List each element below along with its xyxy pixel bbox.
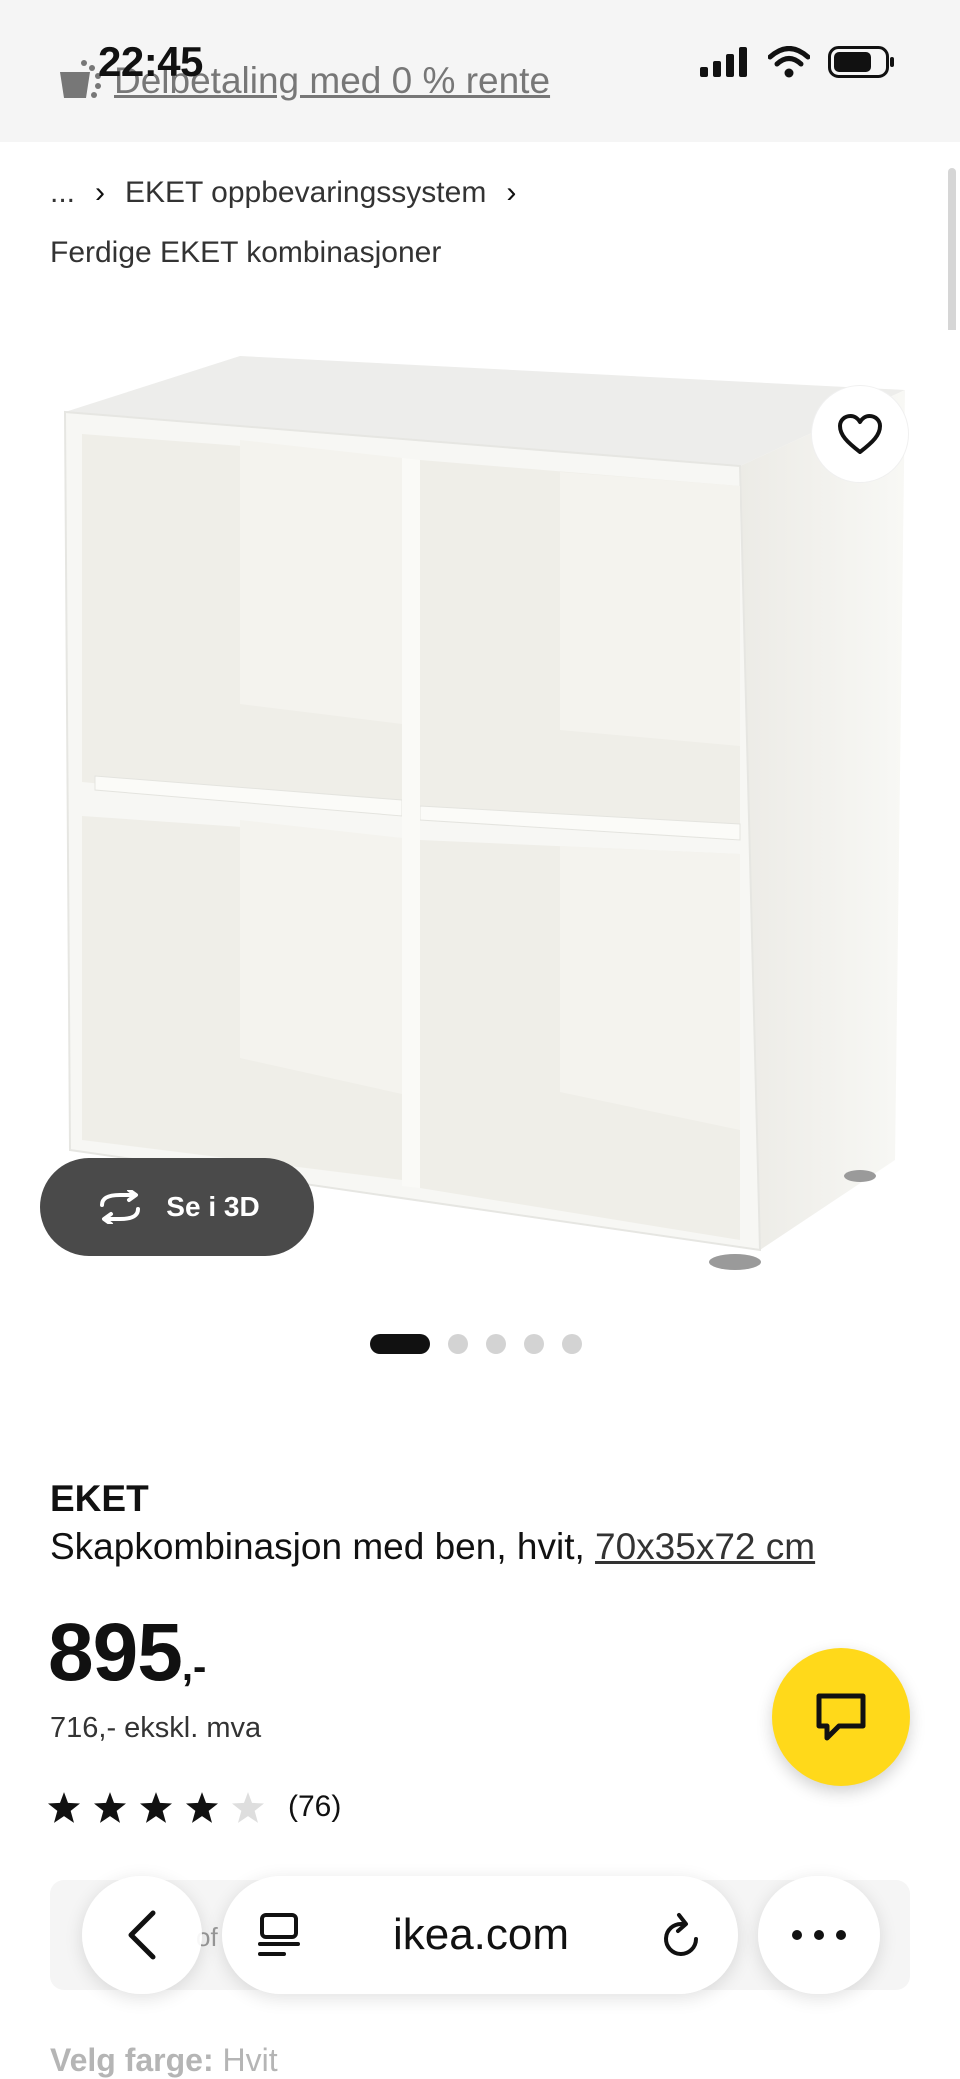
breadcrumb-current[interactable]: Ferdige EKET kombinasjoner — [50, 236, 441, 270]
rating[interactable]: (76) — [48, 1790, 341, 1824]
product-image[interactable] — [40, 330, 960, 1290]
review-count[interactable]: (76) — [288, 1790, 341, 1824]
chevron-right-icon: › — [506, 176, 517, 209]
star-empty-icon — [232, 1791, 264, 1823]
star-filled-icon — [186, 1791, 218, 1823]
breadcrumb-item[interactable]: EKET oppbevaringssystem — [125, 176, 486, 210]
tabs-icon — [258, 1913, 300, 1956]
view-3d-button[interactable]: Se i 3D — [40, 1158, 314, 1256]
price-number: 895 — [48, 1607, 183, 1698]
signal-icon — [700, 47, 747, 77]
color-picker-title: Velg farge: — [50, 2042, 214, 2078]
more-button[interactable] — [758, 1876, 880, 1994]
battery-icon — [828, 46, 894, 78]
chevron-left-icon — [128, 1910, 156, 1960]
price-ex-vat: 716,- ekskl. mva — [50, 1712, 262, 1744]
chat-icon — [816, 1693, 866, 1741]
product-description: Skapkombinasjon med ben, hvit, 70x35x72 … — [50, 1526, 815, 1568]
star-filled-icon — [94, 1791, 126, 1823]
status-icons — [700, 46, 896, 78]
carousel-indicator — [370, 1334, 582, 1354]
color-picker-value: Hvit — [222, 2042, 278, 2078]
chevron-right-icon: › — [95, 176, 106, 209]
star-filled-icon — [48, 1791, 80, 1823]
payment-icon — [60, 60, 101, 98]
status-time: 22:45 — [98, 38, 203, 85]
breadcrumb: ... › EKET oppbevaringssystem › — [50, 176, 516, 210]
price-suffix: ,- — [181, 1645, 207, 1689]
back-button[interactable] — [82, 1876, 202, 1994]
reload-icon[interactable] — [660, 1911, 704, 1959]
carousel-dot-2[interactable] — [448, 1334, 468, 1354]
carousel-dot-4[interactable] — [524, 1334, 544, 1354]
breadcrumb-ellipsis[interactable]: ... — [50, 176, 75, 210]
star-filled-icon — [140, 1791, 172, 1823]
carousel-dot-5[interactable] — [562, 1334, 582, 1354]
color-picker-label[interactable]: Velg farge: Hvit — [50, 2042, 278, 2079]
chat-button[interactable] — [772, 1648, 910, 1786]
product-dimensions-link[interactable]: 70x35x72 cm — [595, 1526, 815, 1567]
url-text[interactable]: ikea.com — [302, 1910, 660, 1960]
address-bar[interactable]: ikea.com — [222, 1876, 738, 1994]
rotate-3d-icon — [100, 1190, 141, 1224]
view-3d-label: Se i 3D — [166, 1191, 260, 1222]
heart-icon — [838, 414, 882, 454]
wifi-icon — [768, 46, 810, 78]
carousel-dot-3[interactable] — [486, 1334, 506, 1354]
favorite-button[interactable] — [812, 386, 908, 482]
product-price: 895 ,- — [48, 1606, 206, 1700]
more-icon — [792, 1930, 846, 1940]
product-brand: EKET — [50, 1478, 149, 1519]
carousel-dot-1[interactable] — [370, 1334, 430, 1354]
product-description-text: Skapkombinasjon med ben, hvit, — [50, 1526, 596, 1567]
